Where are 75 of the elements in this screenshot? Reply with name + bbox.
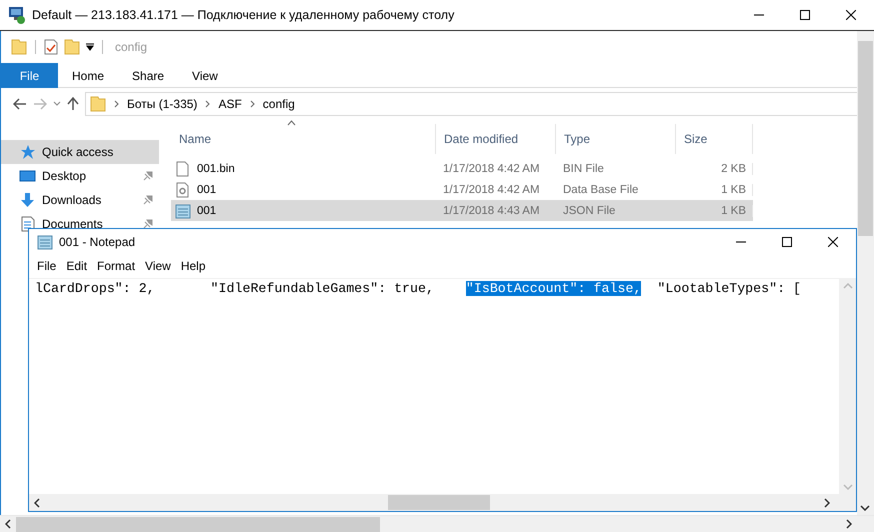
menu-item[interactable]: Edit [62,259,92,273]
menu-item[interactable]: View [141,259,175,273]
menu-item[interactable]: File [33,259,60,273]
scrollbar[interactable] [857,31,874,515]
remote-desktop-icon [8,6,26,24]
close-icon [828,236,838,246]
monitor-icon [19,168,36,184]
chevron-left-icon [34,498,40,508]
maximize-icon [782,236,792,246]
menu-item[interactable]: Help [176,259,210,273]
date-cell-text: 1/17/2018 4:42 AM [442,162,541,174]
breadcrumb[interactable]: ASF [218,97,242,111]
nav-label: Desktop [42,169,88,183]
close-icon [846,10,856,20]
chevron-right-icon [846,519,852,529]
star-icon [19,144,36,160]
breadcrumb[interactable]: Боты (1-335) [127,97,198,111]
date-cell-text: 1/17/2018 4:43 AM [442,204,541,216]
download-arrow-icon [19,192,36,208]
size-cell: 2 KB [675,162,753,174]
column-header[interactable]: Name [171,124,435,154]
nav-item[interactable]: Downloads [1,188,159,212]
nav-label: Documents [42,217,104,231]
menu-item[interactable]: Format [93,259,140,273]
nav-label: Downloads [42,193,102,207]
file-row[interactable]: 001 1/17/2018 4:42 AM Data Base File 1 KB [171,179,753,200]
window-title: 001 - Notepad [59,234,136,248]
text-editor[interactable]: lCardDrops": 2, "IdleRefundableGames": true, "IsBotAccount": false, "LootableTypes": [ [29,279,839,494]
chevron-right-icon [205,100,210,108]
column-header[interactable]: Size [675,124,753,154]
column-header[interactable]: Date modified [435,124,555,154]
type-cell-text: BIN File [562,162,605,174]
scrollbar[interactable] [29,494,856,511]
file-name: 001.bin [197,162,235,174]
chevron-down-icon [842,484,852,490]
ribbon-tab[interactable]: Share [118,63,178,88]
notepad-icon [37,234,53,250]
breadcrumb[interactable]: config [262,97,295,111]
size-cell: 1 KB [675,184,753,196]
dropdown-icon[interactable] [86,43,94,51]
folder-title: config [115,40,148,54]
chevron-left-icon [5,519,11,529]
chevron-right-icon [114,100,119,108]
column-header[interactable]: Type [555,124,675,154]
sort-up-icon [287,120,296,126]
ribbon-tab[interactable]: View [178,63,232,88]
checklist-icon[interactable] [44,39,58,55]
chevron-down-icon[interactable] [53,101,61,107]
file-row[interactable]: 001 1/17/2018 4:43 AM JSON File 1 KB [171,200,753,221]
file-icon [175,160,191,176]
chevron-down-icon [860,505,870,511]
size-cell: 1 KB [675,204,753,216]
nav-item[interactable]: Desktop [1,164,159,188]
up-icon[interactable] [67,97,79,111]
notepad-icon [175,202,191,218]
chevron-right-icon [824,498,830,508]
type-cell-text: JSON File [562,204,616,216]
nav-item[interactable]: Quick access [1,140,159,164]
file-row[interactable]: 001.bin 1/17/2018 4:42 AM BIN File 2 KB [171,158,753,179]
date-cell-text: 1/17/2018 4:42 AM [442,184,541,196]
nav-label: Quick access [42,145,114,159]
maximize-icon [800,10,810,20]
folder-icon [90,96,106,112]
file-name: 001 [197,204,216,216]
scrollbar[interactable] [0,515,874,532]
ribbon-tab[interactable]: Home [58,63,118,88]
file-tab[interactable]: File [1,63,58,88]
type-cell-text: Data Base File [562,184,640,196]
window-title: Default — 213.183.41.171 — Подключение к удаленному рабочему столу [32,8,456,22]
address-bar[interactable]: Боты (1-335) ASF config [85,92,857,116]
scrollbar[interactable] [839,279,856,494]
chevron-right-icon [250,100,255,108]
back-icon[interactable] [13,98,27,110]
chevron-up-icon [842,283,852,289]
file-name: 001 [197,184,216,196]
